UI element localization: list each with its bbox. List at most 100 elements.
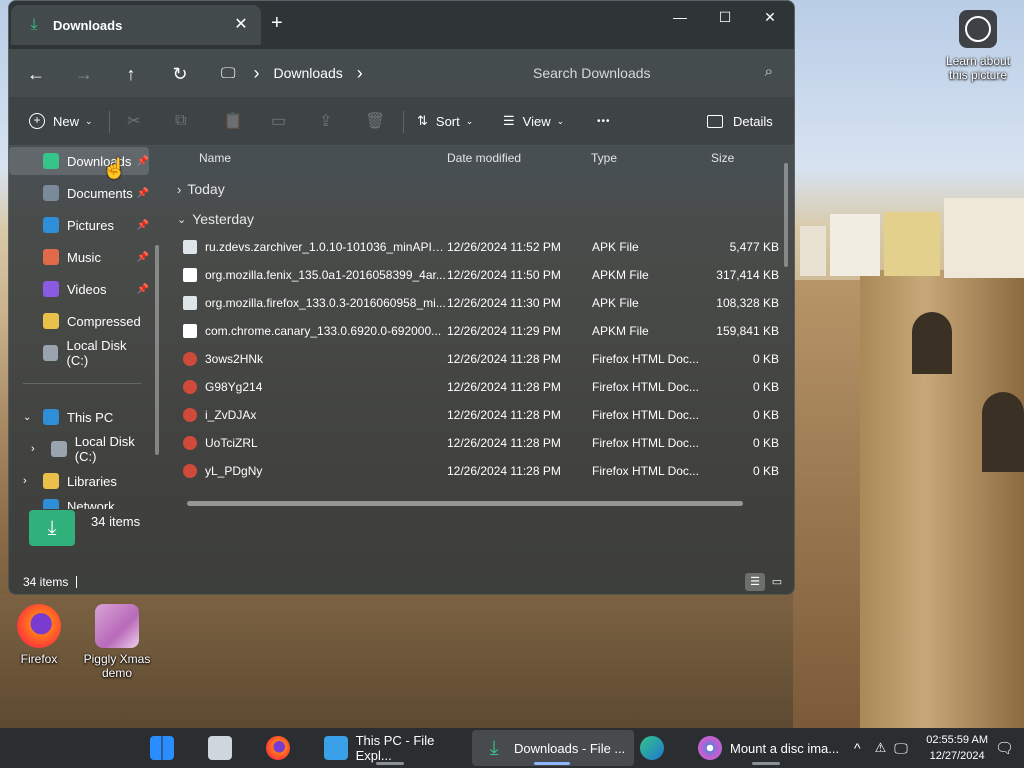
table-row[interactable]: yL_PDgNy 12/26/2024 11:28 PM Firefox HTML … (183, 457, 779, 485)
file-explorer-window: ⤓ Downloads ✕ + — ☐ ✕ ← → ↑ ↻ 🖵 › Downlo… (8, 0, 795, 595)
tree-item-network[interactable]: Network (9, 499, 149, 509)
new-tab-button[interactable]: + (271, 13, 283, 33)
apk-file-icon (183, 240, 197, 254)
tree-item-label: Libraries (67, 473, 117, 489)
tree-item-local-disk[interactable]: › Local Disk (C:) (9, 434, 159, 464)
breadcrumb[interactable]: 🖵 › Downloads › (221, 55, 521, 91)
html-file-icon (183, 464, 197, 478)
nav-scrollbar[interactable] (155, 245, 159, 455)
file-name: i_ZvDJAx (205, 408, 257, 422)
group-label: Today (187, 181, 225, 197)
breadcrumb-downloads[interactable]: Downloads (273, 65, 342, 81)
chevron-down-icon[interactable]: ⌄ (23, 412, 31, 423)
taskbar-this-pc[interactable]: This PC - File Expl... (316, 730, 472, 766)
tab-title: Downloads (53, 17, 123, 33)
chevron-down-icon: ⌄ (85, 115, 93, 126)
learn-about-picture[interactable]: Learn about this picture (940, 10, 1016, 82)
column-header-size[interactable]: Size (711, 151, 734, 165)
group-today[interactable]: › Today (177, 181, 225, 197)
sidebar-item-label: Local Disk (C:) (66, 338, 127, 368)
this-pc-icon[interactable]: 🖵 (221, 65, 235, 82)
tab-downloads[interactable]: ⤓ Downloads ✕ (11, 5, 261, 45)
display-icon[interactable]: 🖵 (894, 740, 908, 757)
table-row[interactable]: org.mozilla.fenix_135.0a1-2016058399_4ar… (183, 261, 779, 289)
html-file-icon (183, 436, 197, 450)
taskbar-downloads[interactable]: ⤓ Downloads - File ... (472, 730, 634, 766)
table-row[interactable]: com.chrome.canary_133.0.6920.0-692000...… (183, 317, 779, 345)
file-date: 12/26/2024 11:52 PM (447, 240, 561, 254)
sidebar-item-compressed[interactable]: Compressed (9, 307, 149, 335)
table-row[interactable]: 3ows2HNk 12/26/2024 11:28 PM Firefox HTML … (183, 345, 779, 373)
pin-icon: 📌 (136, 219, 149, 231)
copy-icon[interactable]: ⧉ (175, 109, 186, 133)
chevron-right-icon[interactable]: › (23, 475, 27, 487)
taskbar-edge[interactable] (640, 730, 672, 766)
file-list: Name Date modified Type Size › Today ⌄ Y… (169, 145, 794, 514)
refresh-button[interactable]: ↻ (167, 61, 193, 87)
task-view-button[interactable] (208, 730, 240, 766)
paste-icon[interactable]: 📋 (223, 109, 243, 133)
details-button[interactable]: Details (707, 109, 773, 133)
up-button[interactable]: ↑ (118, 61, 144, 87)
search-input[interactable]: Search Downloads ⌕ (517, 55, 783, 91)
table-row[interactable]: G98Yg214 12/26/2024 11:28 PM Firefox HTML … (183, 373, 779, 401)
sidebar-item-videos[interactable]: Videos 📌 (9, 275, 149, 303)
tiles-view-icon[interactable]: ▭ (767, 573, 787, 591)
tray-overflow-icon[interactable]: ^ (854, 740, 861, 756)
network-disconnected-icon[interactable]: ⚠ (875, 740, 887, 756)
start-button[interactable] (150, 730, 182, 766)
file-size: 5,477 KB (729, 240, 779, 254)
more-options-button[interactable]: ••• (597, 109, 611, 133)
maximize-button[interactable]: ☐ (702, 7, 748, 31)
sidebar-item-downloads[interactable]: Downloads 📌 (9, 147, 149, 175)
sort-button[interactable]: ⇅ Sort ⌄ (417, 109, 473, 133)
sidebar-item-label: Documents (67, 185, 133, 201)
group-yesterday[interactable]: ⌄ Yesterday (177, 211, 254, 227)
close-window-button[interactable]: ✕ (747, 7, 793, 31)
tree-item-libraries[interactable]: › Libraries (9, 467, 149, 495)
clock[interactable]: 02:55:59 AM 12/27/2024 (926, 732, 988, 764)
back-button[interactable]: ← (23, 61, 49, 87)
minimize-button[interactable]: — (657, 7, 703, 31)
desktop-icon-firefox[interactable]: Firefox (4, 604, 74, 666)
table-row[interactable]: ru.zdevs.zarchiver_1.0.10-101036_minAPI1… (183, 233, 779, 261)
taskbar-item-label: This PC - File Expl... (355, 733, 435, 763)
forward-button[interactable]: → (71, 61, 97, 87)
file-name: UoTciZRL (205, 436, 258, 450)
sidebar-item-pictures[interactable]: Pictures 📌 (9, 211, 149, 239)
table-row[interactable]: UoTciZRL 12/26/2024 11:28 PM Firefox HTML … (183, 429, 779, 457)
videos-icon (43, 281, 59, 297)
details-view-icon[interactable]: ☰ (745, 573, 765, 591)
file-type: Firefox HTML Doc... (592, 436, 699, 450)
sidebar-item-documents[interactable]: Documents 📌 (9, 179, 149, 207)
rename-icon[interactable]: ▭ (271, 109, 286, 133)
share-icon[interactable]: ⇪ (319, 109, 332, 133)
table-row[interactable]: org.mozilla.firefox_133.0.3-2016060958_m… (183, 289, 779, 317)
tree-item-this-pc[interactable]: ⌄ This PC (9, 403, 149, 431)
chevron-right-icon[interactable]: › (31, 443, 35, 455)
chevron-right-icon[interactable]: › (357, 63, 363, 84)
file-size: 317,414 KB (716, 268, 779, 282)
new-button[interactable]: + New ⌄ (29, 109, 93, 133)
file-type: APKM File (592, 268, 649, 282)
view-button[interactable]: ☰ View ⌄ (503, 109, 564, 133)
chevron-right-icon[interactable]: › (253, 63, 259, 84)
column-header-date[interactable]: Date modified (447, 151, 521, 165)
file-list-vertical-scrollbar[interactable] (784, 163, 788, 267)
delete-icon[interactable]: 🗑 (365, 109, 385, 133)
column-header-type[interactable]: Type (591, 151, 617, 165)
taskbar-mount-disc[interactable]: Mount a disc ima... (692, 730, 848, 766)
desktop-icon-piggly[interactable]: Piggly Xmas demo (82, 604, 152, 680)
file-name: org.mozilla.fenix_135.0a1-2016058399_4ar… (205, 268, 446, 282)
close-tab-icon[interactable]: ✕ (231, 15, 251, 35)
table-row[interactable]: i_ZvDJAx 12/26/2024 11:28 PM Firefox HTML … (183, 401, 779, 429)
desktop-icon-label: Firefox (20, 652, 58, 666)
cut-icon[interactable]: ✂ (127, 109, 140, 133)
column-header-name[interactable]: Name (199, 151, 231, 165)
sidebar-item-local-disk-c[interactable]: Local Disk (C:) (9, 338, 149, 368)
sidebar-item-music[interactable]: Music 📌 (9, 243, 149, 271)
taskbar-firefox[interactable] (266, 730, 298, 766)
file-list-horizontal-scrollbar[interactable] (187, 501, 743, 506)
notifications-icon[interactable]: 🗨 (995, 739, 1014, 757)
file-date: 12/26/2024 11:29 PM (447, 324, 561, 338)
